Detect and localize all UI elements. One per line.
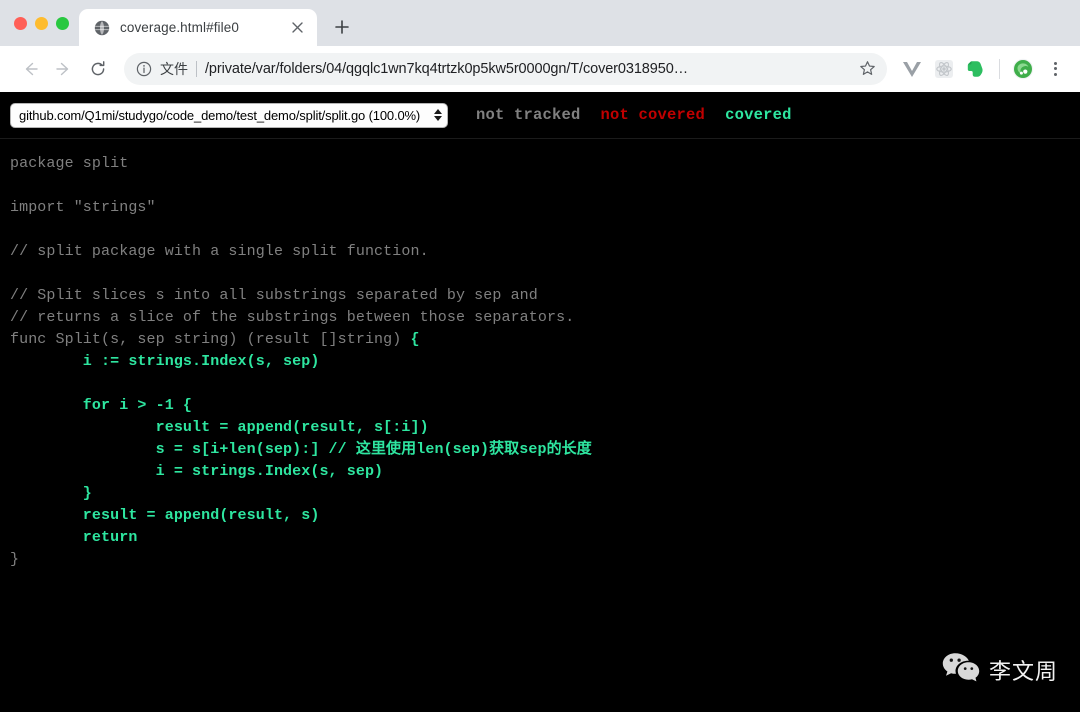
maximize-window-button[interactable] bbox=[56, 16, 69, 30]
profile-avatar[interactable] bbox=[1008, 54, 1038, 84]
info-circle-icon[interactable] bbox=[136, 61, 152, 77]
code-span: // split package with a single split fun… bbox=[10, 243, 429, 260]
code-span: return bbox=[10, 529, 138, 546]
reload-icon[interactable] bbox=[82, 53, 114, 85]
coverage-toolbar: github.com/Q1mi/studygo/code_demo/test_d… bbox=[0, 92, 1080, 139]
menu-dot bbox=[1053, 72, 1057, 76]
minimize-window-button[interactable] bbox=[35, 16, 48, 30]
tab-strip: coverage.html#file0 bbox=[0, 0, 1080, 46]
url-text: /private/var/folders/04/qgqlc1wn7kq4trtz… bbox=[205, 60, 689, 77]
code-span: package split bbox=[10, 155, 129, 172]
file-select[interactable]: github.com/Q1mi/studygo/code_demo/test_d… bbox=[10, 102, 448, 128]
three-dot-menu-icon[interactable] bbox=[1040, 54, 1070, 84]
code-span: i := strings.Index(s, sep) bbox=[10, 353, 320, 370]
forward-button[interactable] bbox=[48, 53, 80, 85]
browser-window: coverage.html#file0 文件 /private/var/fold… bbox=[0, 0, 1080, 712]
watermark-text: 李文周 bbox=[988, 659, 1058, 685]
url-scheme-label: 文件 bbox=[160, 60, 188, 77]
legend-not-tracked: not tracked bbox=[476, 106, 581, 124]
code-span: func Split(s, sep string) (result []stri… bbox=[10, 331, 411, 348]
code-span: // returns a slice of the substrings bet… bbox=[10, 309, 575, 326]
tab-title: coverage.html#file0 bbox=[120, 20, 239, 35]
code-span: for i > -1 { bbox=[10, 397, 193, 414]
code-span: } bbox=[10, 485, 92, 502]
window-controls bbox=[8, 0, 79, 46]
code-span: { bbox=[410, 331, 420, 348]
code-span: import "strings" bbox=[10, 199, 156, 216]
coverage-legend: not tracked not covered covered bbox=[476, 106, 792, 124]
file-select-wrapper: github.com/Q1mi/studygo/code_demo/test_d… bbox=[10, 102, 448, 128]
star-outline-icon[interactable] bbox=[853, 55, 881, 83]
extension-toolbar bbox=[891, 54, 1070, 84]
code-span: result = append(result, s[:i]) bbox=[10, 419, 429, 436]
code-span: } bbox=[10, 551, 20, 568]
back-button[interactable] bbox=[14, 53, 46, 85]
code-span: i = strings.Index(s, sep) bbox=[10, 463, 384, 480]
menu-dot bbox=[1053, 61, 1057, 65]
react-devtools-icon[interactable] bbox=[929, 54, 959, 84]
address-bar[interactable]: 文件 /private/var/folders/04/qgqlc1wn7kq4t… bbox=[124, 52, 887, 85]
evernote-icon[interactable] bbox=[961, 54, 991, 84]
code-span: s = s[i+len(sep):] // 这里使用len(sep)获取sep的… bbox=[10, 441, 592, 458]
close-window-button[interactable] bbox=[14, 16, 27, 30]
code-span: // Split slices s into all substrings se… bbox=[10, 287, 538, 304]
source-code-panel: package split import "strings" // split … bbox=[0, 139, 1080, 712]
code-span: result = append(result, s) bbox=[10, 507, 320, 524]
wechat-icon bbox=[942, 651, 980, 688]
toolbar-divider bbox=[999, 58, 1000, 79]
watermark: 李文周 bbox=[942, 651, 1058, 688]
vue-devtools-icon[interactable] bbox=[897, 54, 927, 84]
browser-tab[interactable]: coverage.html#file0 bbox=[79, 9, 317, 46]
new-tab-button[interactable] bbox=[327, 12, 357, 42]
menu-dot bbox=[1053, 67, 1057, 70]
browser-toolbar: 文件 /private/var/folders/04/qgqlc1wn7kq4t… bbox=[0, 46, 1080, 92]
source-code: package split import "strings" // split … bbox=[10, 153, 1080, 571]
legend-covered: covered bbox=[725, 106, 792, 124]
close-tab-icon[interactable] bbox=[287, 18, 307, 38]
globe-icon bbox=[93, 19, 110, 36]
omnibox-divider bbox=[196, 60, 197, 77]
page-content: github.com/Q1mi/studygo/code_demo/test_d… bbox=[0, 92, 1080, 712]
legend-not-covered: not covered bbox=[600, 106, 706, 124]
